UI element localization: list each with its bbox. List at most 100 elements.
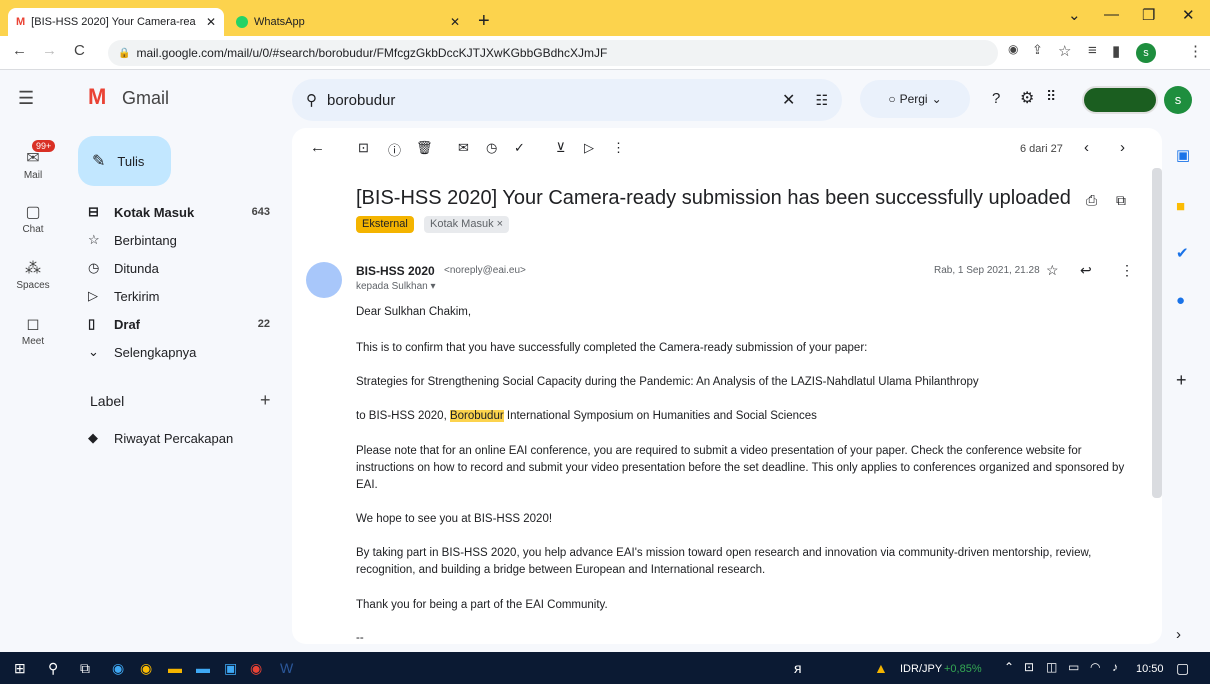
- menu-kebab-icon[interactable]: ⋮: [1188, 42, 1203, 60]
- print-icon[interactable]: ⎙: [1086, 192, 1097, 209]
- side-panel-icon[interactable]: ▮: [1112, 42, 1120, 60]
- report-spam-icon[interactable]: ⓘ: [388, 140, 401, 159]
- snooze-icon[interactable]: ◷: [486, 140, 497, 156]
- people-icon[interactable]: ᴙ: [794, 660, 802, 676]
- tab-search-icon[interactable]: ⌄: [1068, 6, 1081, 24]
- share-icon[interactable]: ⇪: [1032, 42, 1043, 58]
- chrome-active-icon[interactable]: ◉: [250, 660, 262, 677]
- more-options-icon[interactable]: ⋮: [612, 140, 625, 156]
- search-bar[interactable]: ⚲ borobudur ✕ ☷: [292, 79, 842, 121]
- sidebar-label-item[interactable]: ◆ Riwayat Percakapan: [80, 424, 280, 452]
- search-icon[interactable]: ⚲: [48, 660, 58, 677]
- word-icon[interactable]: W: [280, 660, 293, 676]
- expand-panel-icon[interactable]: ›: [1176, 626, 1181, 643]
- clear-search-icon[interactable]: ✕: [782, 90, 795, 110]
- signature-separator: --: [356, 632, 364, 644]
- mark-unread-icon[interactable]: ✉: [458, 140, 469, 156]
- add-addon-icon[interactable]: +: [1176, 370, 1187, 391]
- search-input[interactable]: borobudur: [327, 92, 395, 109]
- address-bar[interactable]: 🔒 mail.google.com/mail/u/0/#search/borob…: [108, 40, 998, 66]
- tray-chevron-icon[interactable]: ⌃: [1004, 660, 1014, 674]
- sidebar-item-drafts[interactable]: ▯ Draf 22: [80, 310, 280, 338]
- open-new-window-icon[interactable]: ⧉: [1116, 192, 1126, 209]
- settings-gear-icon[interactable]: ⚙: [1020, 88, 1034, 108]
- clock-time[interactable]: 10:50: [1136, 663, 1164, 675]
- reload-icon[interactable]: C: [74, 42, 85, 59]
- file-explorer-icon[interactable]: ▬: [168, 660, 182, 676]
- sidebar-item-inbox[interactable]: ⊟ Kotak Masuk 643: [80, 198, 280, 226]
- tab-whatsapp[interactable]: WhatsApp ✕: [228, 8, 468, 36]
- tray-app-icon[interactable]: ⊡: [1024, 660, 1034, 674]
- chevron-down-icon: ⌄: [88, 344, 99, 359]
- reply-icon[interactable]: ↩: [1080, 262, 1092, 279]
- mail-app-icon[interactable]: ▬: [196, 660, 210, 676]
- archive-icon[interactable]: ⊡: [358, 140, 369, 156]
- calendar-icon[interactable]: ▣: [1176, 146, 1190, 164]
- sidebar-item-starred[interactable]: ☆ Berbintang: [80, 226, 280, 254]
- prev-message-icon[interactable]: ‹: [1084, 139, 1089, 156]
- next-message-icon[interactable]: ›: [1120, 139, 1125, 156]
- windows-start-icon[interactable]: ⊞: [14, 660, 26, 677]
- store-icon[interactable]: ▣: [224, 660, 237, 677]
- add-task-icon[interactable]: ✓: [514, 140, 525, 156]
- ticker-icon: ▲: [874, 660, 888, 676]
- tab-gmail[interactable]: M [BIS-HSS 2020] Your Camera-rea ✕: [8, 8, 224, 36]
- ticker-pair[interactable]: IDR/JPY: [900, 663, 942, 675]
- notification-icon[interactable]: ▢: [1176, 660, 1189, 677]
- reading-list-icon[interactable]: ≡: [1088, 42, 1097, 59]
- message-more-icon[interactable]: ⋮: [1120, 262, 1134, 279]
- close-tab-icon[interactable]: ✕: [206, 15, 216, 29]
- forward-icon[interactable]: →: [42, 42, 57, 59]
- tray-network-icon[interactable]: ◫: [1046, 660, 1057, 674]
- gmail-logo-icon[interactable]: M: [88, 84, 106, 110]
- keep-icon[interactable]: ■: [1176, 198, 1185, 215]
- profile-avatar[interactable]: s: [1136, 43, 1156, 63]
- message-scrollbar[interactable]: [1152, 168, 1162, 498]
- tasks-icon[interactable]: ✔: [1176, 244, 1189, 262]
- add-label-icon[interactable]: +: [260, 390, 271, 411]
- search-options-icon[interactable]: ☷: [815, 92, 828, 109]
- wifi-icon[interactable]: ◠: [1090, 660, 1100, 674]
- main-menu-icon[interactable]: ☰: [18, 88, 34, 109]
- contacts-icon[interactable]: ●: [1176, 292, 1185, 309]
- body-paragraph: Please note that for an online EAI confe…: [356, 445, 1125, 491]
- move-to-icon[interactable]: ⊻: [556, 140, 566, 156]
- rail-chat[interactable]: ▢ Chat: [0, 202, 66, 235]
- new-tab-icon[interactable]: +: [478, 10, 490, 33]
- battery-icon[interactable]: ▭: [1068, 660, 1079, 674]
- rail-spaces[interactable]: ⁂ Spaces: [0, 258, 66, 291]
- chrome-icon[interactable]: ◉: [140, 660, 152, 677]
- compose-button[interactable]: ✎ Tulis: [78, 136, 171, 186]
- rail-meet[interactable]: ◻ Meet: [0, 314, 66, 347]
- status-dropdown[interactable]: ○ Pergi ⌄: [860, 80, 970, 118]
- org-logo[interactable]: [1082, 86, 1158, 114]
- bookmark-star-icon[interactable]: ☆: [1058, 42, 1071, 60]
- apps-grid-icon[interactable]: ⠿: [1046, 88, 1056, 105]
- greeting: Dear Sulkhan Chakim,: [356, 306, 472, 318]
- close-tab-icon[interactable]: ✕: [450, 15, 460, 29]
- sidebar-item-sent[interactable]: ▷ Terkirim: [80, 282, 280, 310]
- close-window-icon[interactable]: ✕: [1182, 6, 1195, 24]
- label-chip-external[interactable]: Eksternal: [356, 216, 414, 233]
- sidebar-item-snoozed[interactable]: ◷ Ditunda: [80, 254, 280, 282]
- task-view-icon[interactable]: ⧉: [80, 660, 90, 677]
- delete-icon[interactable]: 🗑: [416, 140, 433, 156]
- body-paragraph: to BIS-HSS 2020, Borobudur International…: [356, 410, 817, 422]
- edge-icon[interactable]: ◉: [112, 660, 124, 677]
- sidebar-item-more[interactable]: ⌄ Selengkapnya: [80, 338, 280, 366]
- star-message-icon[interactable]: ☆: [1046, 262, 1059, 279]
- back-icon[interactable]: ←: [12, 42, 27, 59]
- restore-icon[interactable]: ❐: [1142, 6, 1155, 24]
- status-label: Pergi: [899, 92, 928, 106]
- label-chip-inbox[interactable]: Kotak Masuk ×: [424, 216, 510, 233]
- account-avatar[interactable]: s: [1164, 86, 1192, 114]
- back-to-list-icon[interactable]: ←: [310, 139, 325, 156]
- help-icon[interactable]: ?: [992, 90, 1000, 107]
- minimize-icon[interactable]: —: [1104, 6, 1119, 23]
- search-icon[interactable]: ⚲: [306, 91, 317, 109]
- rail-mail[interactable]: ✉ Mail: [0, 148, 66, 181]
- volume-icon[interactable]: ♪: [1112, 660, 1118, 674]
- recipient-line[interactable]: kepada Sulkhan ▾: [356, 281, 436, 292]
- label-icon[interactable]: ▷: [584, 140, 594, 156]
- eye-icon[interactable]: ◉: [1008, 42, 1018, 56]
